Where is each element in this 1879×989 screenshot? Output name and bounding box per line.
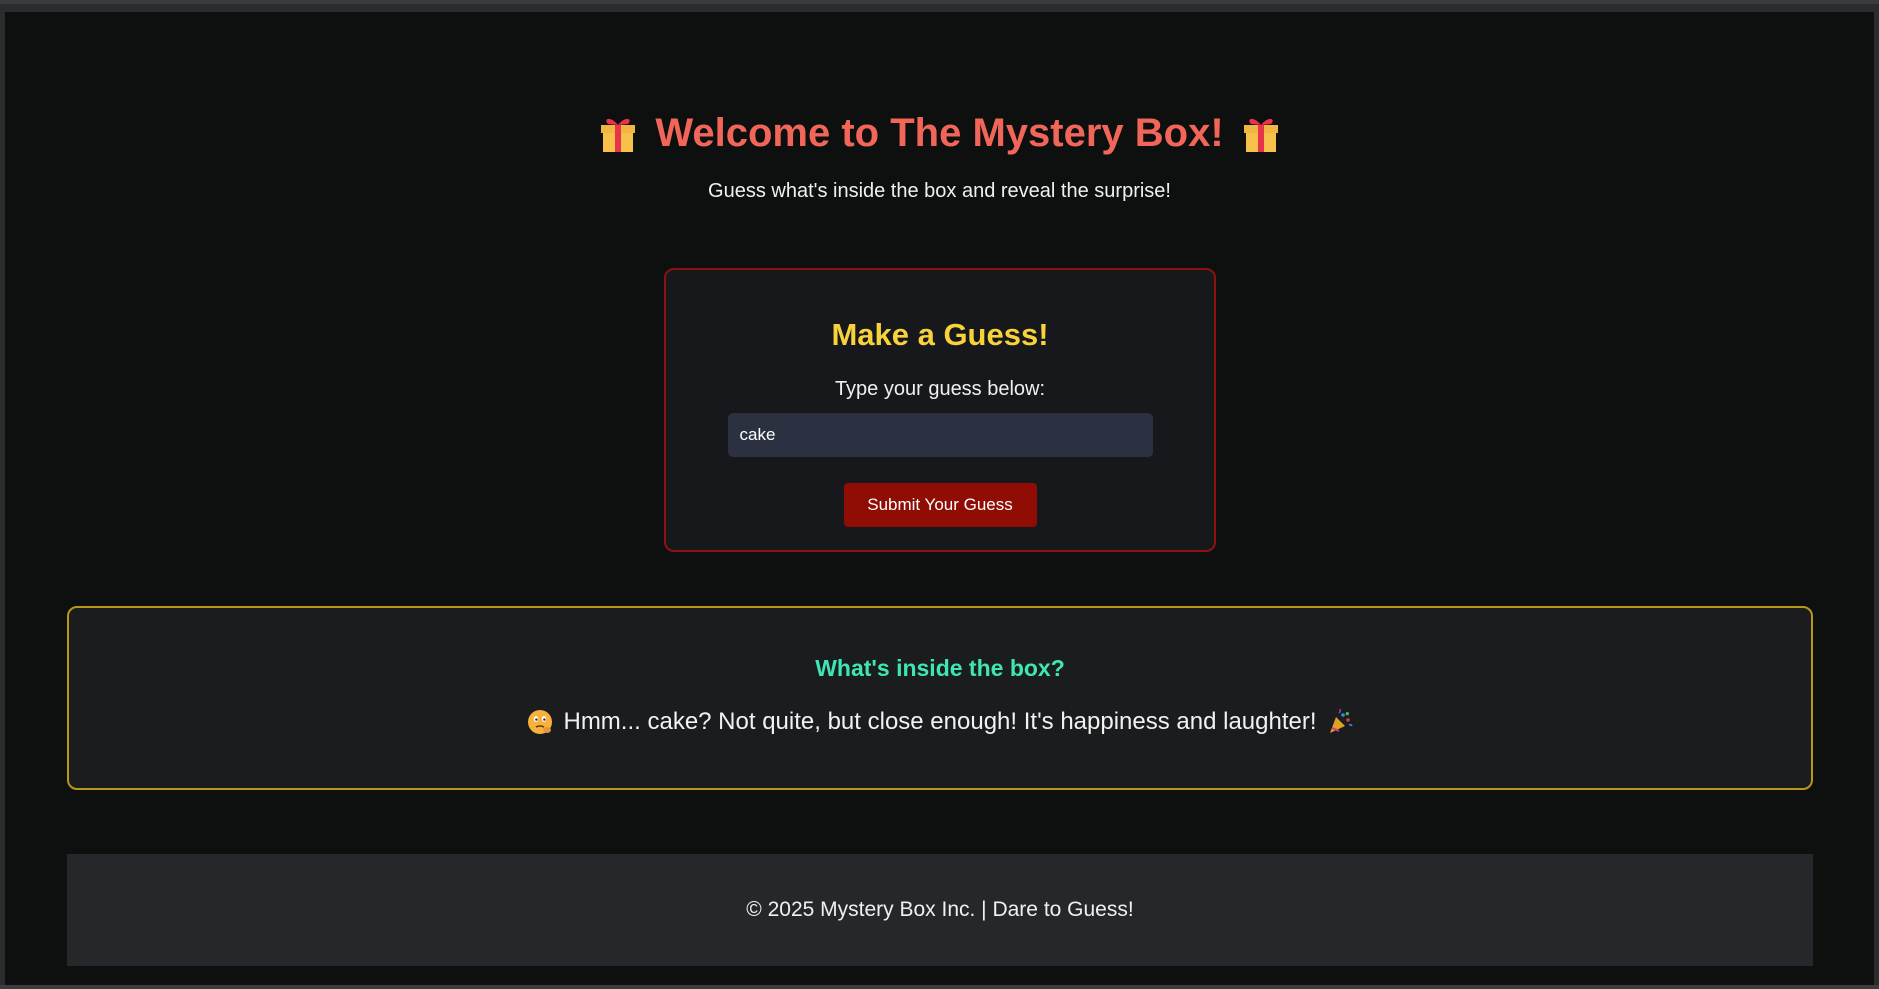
- page-title-row: Welcome to The Mystery Box!: [599, 108, 1279, 158]
- reveal-message: Hmm... cake? Not quite, but close enough…: [563, 708, 1317, 735]
- guess-input[interactable]: [727, 413, 1153, 457]
- footer-text: © 2025 Mystery Box Inc. | Dare to Guess!: [746, 898, 1134, 921]
- gift-icon: [1242, 113, 1280, 153]
- guess-card: Make a Guess! Type your guess below: Sub…: [664, 268, 1216, 552]
- page-header: Welcome to The Mystery Box! Guess what's…: [5, 108, 1874, 203]
- reveal-heading: What's inside the box?: [815, 655, 1065, 681]
- thinking-face-icon: [527, 709, 553, 735]
- submit-guess-button[interactable]: Submit Your Guess: [843, 483, 1037, 527]
- footer: © 2025 Mystery Box Inc. | Dare to Guess!: [67, 854, 1813, 966]
- page: Welcome to The Mystery Box! Guess what's…: [5, 12, 1874, 985]
- party-popper-icon: [1327, 708, 1353, 735]
- gift-icon: [599, 113, 637, 153]
- window-top-border: [0, 0, 1879, 4]
- page-title: Welcome to The Mystery Box!: [655, 111, 1224, 155]
- guess-prompt-label: Type your guess below:: [834, 378, 1046, 400]
- reveal-panel: What's inside the box? Hmm... cake? Not …: [67, 606, 1813, 790]
- window-bottom-border: [0, 985, 1879, 989]
- page-subtitle: Guess what's inside the box and reveal t…: [708, 180, 1171, 202]
- guess-card-heading: Make a Guess!: [831, 317, 1049, 352]
- reveal-message-row: Hmm... cake? Not quite, but close enough…: [527, 708, 1353, 736]
